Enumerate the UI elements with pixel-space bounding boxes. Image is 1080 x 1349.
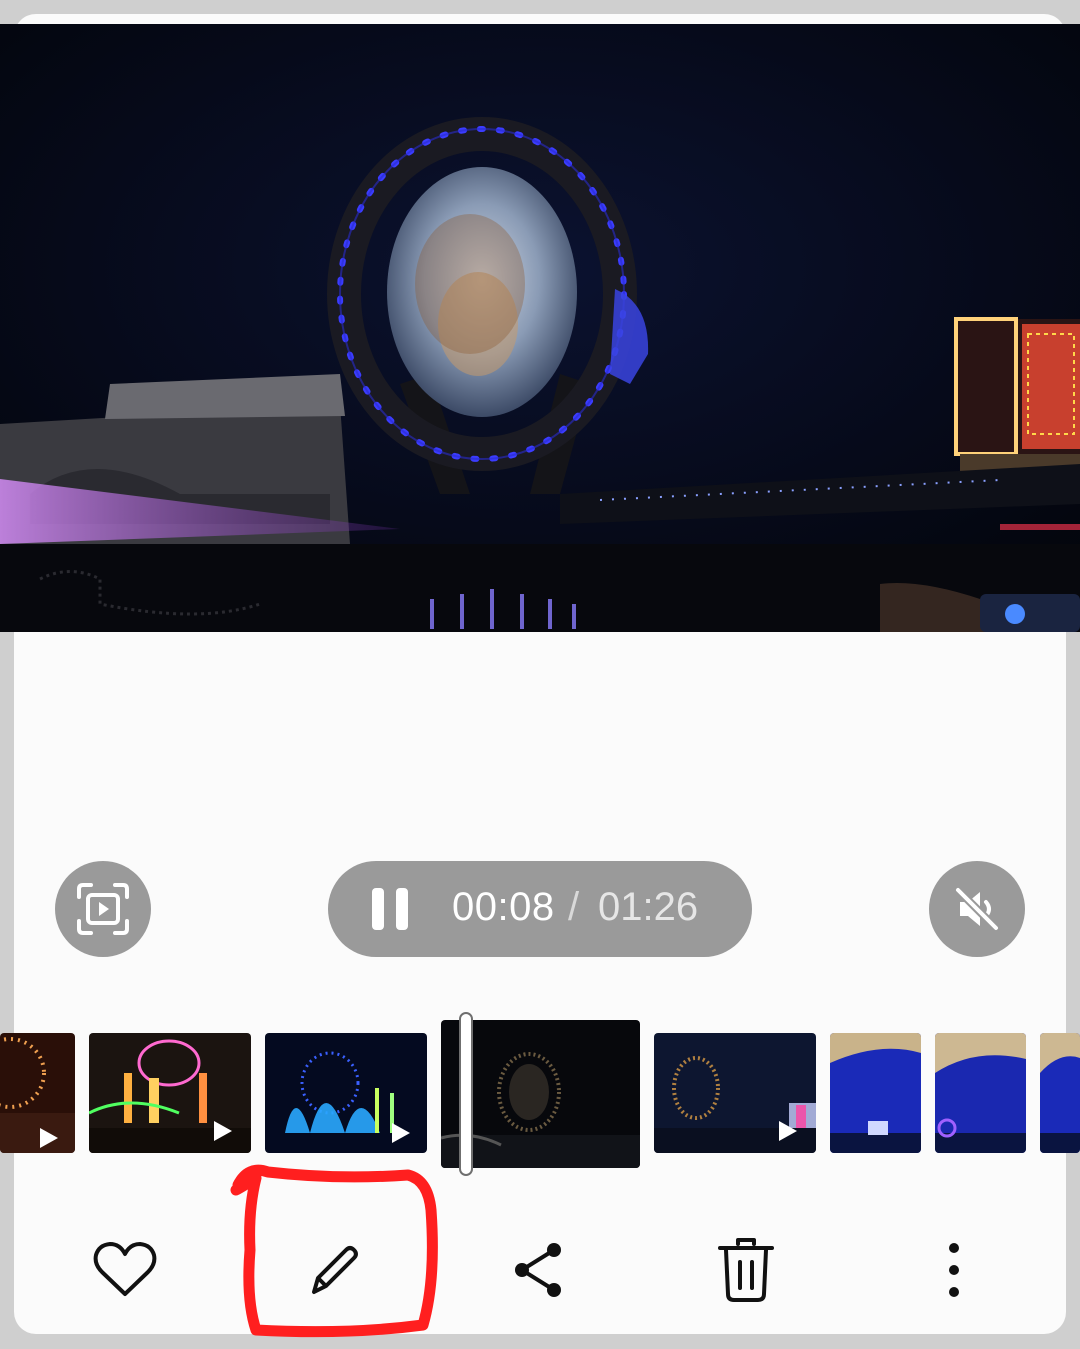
current-time: 00:08 (452, 885, 555, 929)
filmstrip-thumbnail[interactable] (0, 1033, 75, 1153)
filmstrip-thumbnail[interactable] (830, 1033, 921, 1153)
timeline-scrubber[interactable] (459, 1012, 473, 1176)
share-icon (515, 1243, 561, 1297)
pause-icon (372, 888, 384, 930)
filmstrip-thumbnail[interactable] (89, 1033, 251, 1153)
volume-muted-icon (955, 887, 999, 931)
video-thumbnail-image (265, 1033, 427, 1153)
trash-icon (718, 1238, 774, 1302)
total-time: 01:26 (598, 885, 699, 929)
time-separator: / (568, 885, 580, 929)
more-options-button[interactable] (909, 1225, 999, 1315)
video-thumbnail-image (89, 1033, 251, 1153)
photo-thumbnail-image (830, 1033, 921, 1153)
video-thumbnail-image (654, 1033, 816, 1153)
edit-button[interactable] (287, 1225, 377, 1315)
video-scene-image (0, 24, 1080, 632)
more-vertical-icon (949, 1243, 959, 1297)
mute-toggle-button[interactable] (929, 861, 1025, 957)
share-button[interactable] (493, 1225, 583, 1315)
filmstrip-thumbnail[interactable] (1040, 1033, 1080, 1153)
video-capture-icon (77, 883, 129, 935)
pencil-icon (312, 1246, 358, 1294)
pause-button[interactable] (372, 888, 412, 930)
photo-thumbnail-image (1040, 1033, 1080, 1153)
filmstrip-thumbnail[interactable] (265, 1033, 427, 1153)
filmstrip-thumbnail[interactable] (935, 1033, 1026, 1153)
video-capture-button[interactable] (55, 861, 151, 957)
video-thumbnail-image (0, 1033, 75, 1153)
playback-pill: 00:08 / 01:26 (328, 861, 752, 957)
heart-icon (93, 1242, 157, 1296)
filmstrip-thumbnail[interactable] (654, 1033, 816, 1153)
delete-button[interactable] (701, 1225, 791, 1315)
favorite-button[interactable] (80, 1225, 170, 1315)
video-frame[interactable] (0, 24, 1080, 632)
photo-thumbnail-image (935, 1033, 1026, 1153)
